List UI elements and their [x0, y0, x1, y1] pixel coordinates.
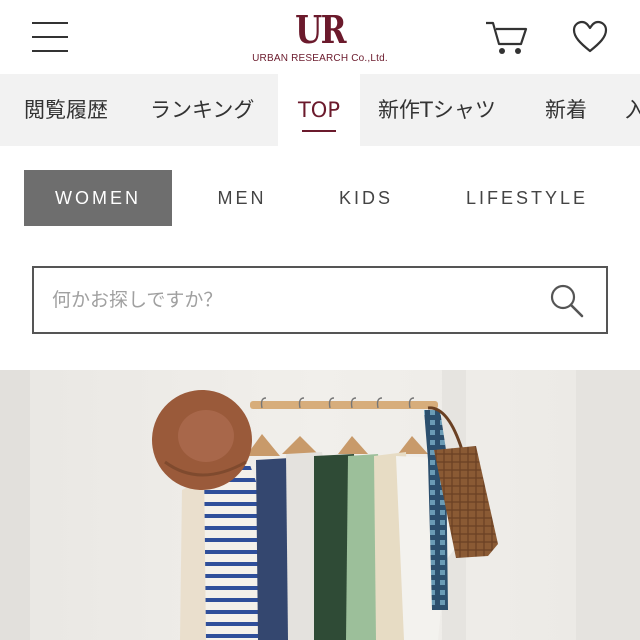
nav-item-history[interactable]: 閲覧履歴	[24, 74, 108, 146]
gender-tabs: WOMEN MEN KIDS LIFESTYLE	[0, 146, 640, 246]
tab-lifestyle[interactable]: LIFESTYLE	[454, 170, 600, 226]
cart-icon[interactable]	[484, 18, 530, 58]
hero-banner-image[interactable]	[0, 370, 640, 640]
nav-item-ranking[interactable]: ランキング	[150, 74, 254, 146]
nav-item-top-label: TOP	[297, 98, 341, 122]
search-box[interactable]	[32, 266, 608, 334]
brand-logo[interactable]: UR URBAN RESEARCH Co.,Ltd.	[240, 6, 400, 68]
tab-men[interactable]: MEN	[192, 170, 292, 226]
logo-subtitle: URBAN RESEARCH Co.,Ltd.	[252, 53, 388, 64]
heart-icon[interactable]	[570, 18, 610, 58]
tab-kids[interactable]: KIDS	[318, 170, 414, 226]
nav-item-new-arrivals[interactable]: 新着	[545, 74, 587, 146]
search-input[interactable]	[52, 268, 532, 332]
nav-item-partial[interactable]: 入	[625, 74, 640, 146]
logo-mark: UR	[295, 7, 346, 52]
category-nav: 閲覧履歴 ランキング TOP 新作Tシャツ 新着 入	[0, 74, 640, 146]
search-icon[interactable]	[548, 282, 586, 320]
site-header: UR URBAN RESEARCH Co.,Ltd.	[0, 0, 640, 75]
nav-item-new-tshirts[interactable]: 新作Tシャツ	[378, 74, 496, 146]
nav-item-top[interactable]: TOP	[278, 74, 360, 146]
active-underline	[302, 130, 336, 132]
hamburger-menu-icon[interactable]	[30, 20, 72, 54]
tab-women[interactable]: WOMEN	[24, 170, 172, 226]
